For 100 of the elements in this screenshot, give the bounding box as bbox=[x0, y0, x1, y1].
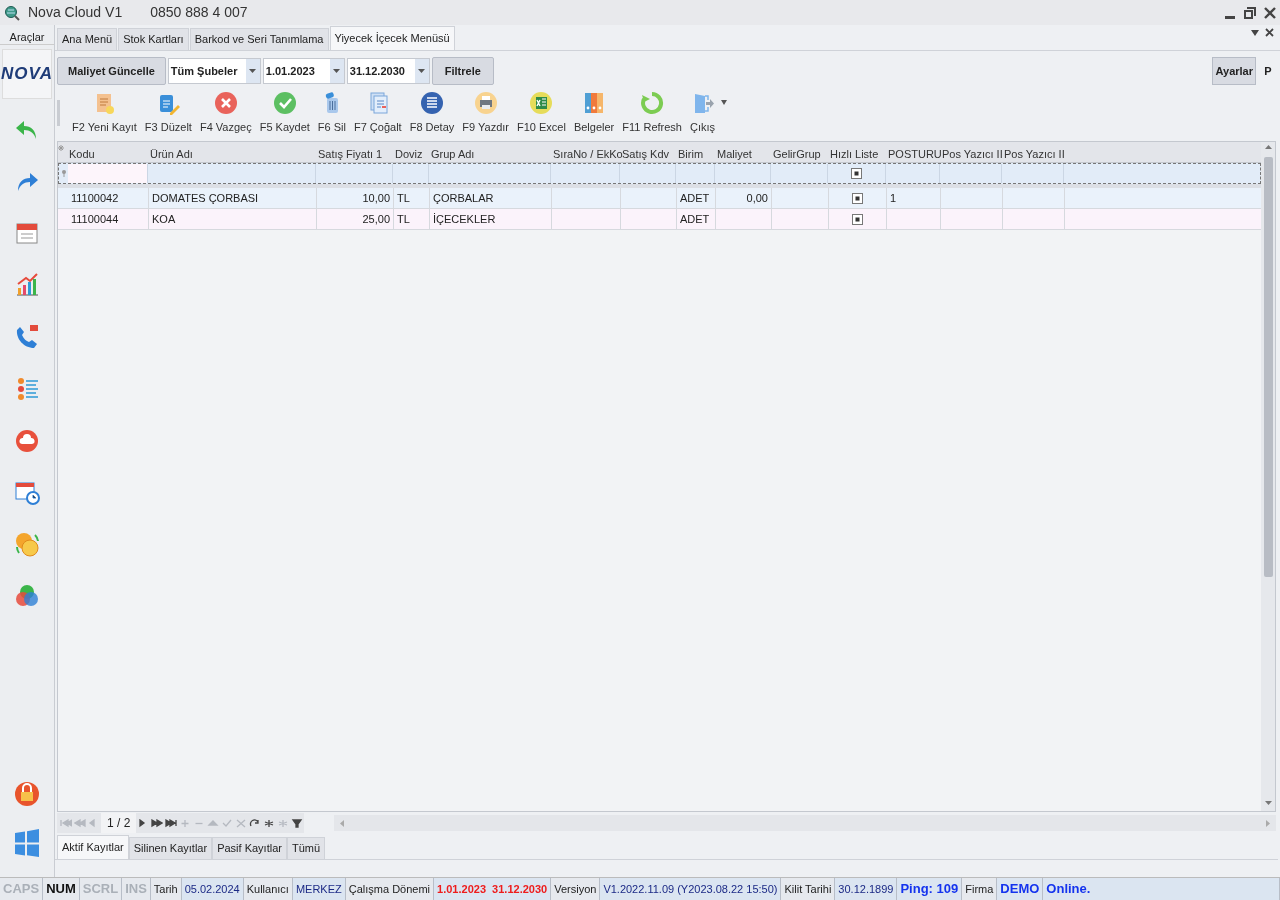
toolbar-button[interactable]: F2 Yeni Kayıt bbox=[68, 90, 141, 136]
logo: NOVA bbox=[1, 63, 53, 86]
end-date-field[interactable]: 31.12.2030 bbox=[346, 58, 430, 84]
tab[interactable]: Aktif Kayıtlar bbox=[57, 835, 129, 859]
checkbox[interactable] bbox=[851, 168, 862, 179]
column-header[interactable]: Pos Yazıcı II bbox=[1003, 142, 1065, 162]
scrollbar[interactable] bbox=[1261, 142, 1275, 811]
column-header[interactable]: SıraNo / EkKo bbox=[552, 142, 621, 162]
tab[interactable]: Stok Kartları bbox=[118, 28, 189, 50]
table-cell: ÇORBALAR bbox=[430, 188, 552, 208]
checkbox[interactable] bbox=[852, 213, 863, 225]
settings-button[interactable]: Ayarlar bbox=[1212, 57, 1256, 85]
toolbar-button[interactable]: F4 Vazgeç bbox=[195, 90, 256, 136]
branch-dropdown[interactable]: Tüm Şubeler bbox=[167, 58, 261, 84]
status-value: 05.02.2024 bbox=[181, 878, 244, 900]
toolbar-button[interactable]: F3 Düzelt bbox=[140, 90, 196, 136]
column-header[interactable]: GelirGrup bbox=[772, 142, 829, 162]
tab[interactable]: Silinen Kayıtlar bbox=[128, 837, 213, 859]
tab[interactable]: Yiyecek İçecek Menüsü bbox=[329, 26, 455, 50]
toolbar-button[interactable]: F10 Excel bbox=[512, 90, 570, 136]
growth-chart-icon[interactable] bbox=[14, 271, 40, 297]
table-cell: 0,00 bbox=[716, 188, 772, 208]
table-cell: TL bbox=[394, 188, 430, 208]
cloud-icon[interactable] bbox=[14, 427, 40, 453]
currency-exchange-icon[interactable] bbox=[14, 531, 40, 557]
new-row-icon bbox=[58, 145, 64, 151]
update-cost-button[interactable]: Maliyet Güncelle bbox=[57, 57, 166, 85]
toolbar-button[interactable]: F5 Kaydet bbox=[255, 90, 314, 136]
status-value: 30.12.1899 bbox=[835, 878, 898, 900]
check-icon[interactable] bbox=[221, 818, 234, 828]
last-icon[interactable] bbox=[165, 818, 178, 828]
close-icon[interactable] bbox=[1265, 28, 1274, 37]
column-header[interactable]: Pos Yazıcı II bbox=[941, 142, 1003, 162]
scroll-right-icon[interactable] bbox=[1266, 819, 1270, 827]
lock-icon[interactable] bbox=[14, 779, 40, 807]
column-header[interactable]: POSTURU bbox=[887, 142, 941, 162]
redo-icon[interactable] bbox=[249, 818, 262, 828]
tab[interactable]: Tümü bbox=[286, 837, 326, 859]
calendar-clock-icon[interactable] bbox=[14, 479, 40, 505]
table-cell: İÇECEKLER bbox=[430, 209, 552, 229]
scroll-thumb[interactable] bbox=[1263, 157, 1273, 577]
toolbar-button[interactable]: F6 Sil bbox=[313, 90, 350, 136]
column-header[interactable]: Doviz bbox=[394, 142, 430, 162]
caret-icon bbox=[418, 69, 426, 73]
filter-pin-icon bbox=[61, 170, 66, 177]
globe-icon bbox=[4, 4, 20, 21]
scroll-down-icon[interactable] bbox=[1264, 801, 1272, 805]
dropdown-icon[interactable] bbox=[1251, 29, 1259, 36]
key-indicator: CAPS bbox=[0, 878, 44, 900]
tab[interactable]: Barkod ve Seri Tanımlama bbox=[189, 28, 329, 50]
toolbar-button[interactable]: F11 Refresh bbox=[618, 90, 686, 136]
table-cell: 25,00 bbox=[317, 209, 394, 229]
toolbar-button[interactable]: F9 Yazdır bbox=[458, 90, 513, 136]
asterisk-icon[interactable] bbox=[263, 818, 276, 828]
logo-tile[interactable]: NOVA bbox=[2, 49, 52, 99]
table-cell: ADET bbox=[677, 188, 716, 208]
status-value: MERKEZ bbox=[292, 878, 346, 900]
column-header[interactable]: Hızlı Liste bbox=[829, 142, 887, 162]
column-header[interactable]: Maliyet bbox=[716, 142, 772, 162]
column-header[interactable]: Grup Adı bbox=[430, 142, 552, 162]
phone-number: 0850 888 4 007 bbox=[150, 3, 248, 22]
column-header[interactable]: Ürün Adı bbox=[149, 142, 317, 162]
first-icon[interactable] bbox=[60, 818, 72, 828]
filter-icon[interactable] bbox=[291, 818, 304, 828]
color-circles-icon[interactable] bbox=[14, 583, 40, 609]
table-cell: 1 bbox=[887, 188, 941, 208]
toolbar-button[interactable]: Çıkış bbox=[685, 90, 720, 136]
key-indicator: NUM bbox=[43, 878, 80, 900]
table-cell: 10,00 bbox=[317, 188, 394, 208]
checkbox[interactable] bbox=[852, 192, 863, 204]
printer-icon bbox=[473, 90, 498, 115]
phone-icon[interactable] bbox=[14, 323, 40, 349]
close-icon[interactable] bbox=[1264, 6, 1276, 19]
toolbar-button[interactable]: F8 Detay bbox=[405, 90, 459, 136]
spreadsheet-icon bbox=[529, 90, 554, 115]
toolbar-button[interactable]: Belgeler bbox=[569, 90, 619, 136]
tab[interactable]: Ana Menü bbox=[57, 28, 118, 50]
key-indicator: SCRL bbox=[79, 878, 123, 900]
column-header[interactable]: Birim bbox=[677, 142, 716, 162]
toolbar-button[interactable]: F7 Çoğalt bbox=[349, 90, 406, 136]
status-label: Kilit Tarihi bbox=[781, 878, 836, 900]
column-header[interactable]: Satış Kdv bbox=[621, 142, 677, 162]
list-detail-icon bbox=[419, 90, 444, 115]
start-date-field[interactable]: 1.01.2023 bbox=[262, 58, 345, 84]
previous-page-icon[interactable] bbox=[74, 818, 86, 828]
column-header[interactable]: Kodu bbox=[68, 142, 149, 162]
filter-button[interactable]: Filtrele bbox=[431, 57, 494, 85]
restore-icon[interactable] bbox=[1244, 6, 1256, 19]
next-page-icon[interactable] bbox=[151, 818, 164, 828]
up-icon[interactable] bbox=[207, 818, 220, 828]
cancel-icon bbox=[213, 90, 238, 115]
scroll-left-icon[interactable] bbox=[340, 819, 345, 827]
filter-row[interactable] bbox=[58, 163, 1261, 184]
filter-input[interactable] bbox=[68, 164, 148, 183]
overflow-icon[interactable] bbox=[721, 99, 728, 105]
windows-icon[interactable] bbox=[14, 829, 40, 857]
column-header[interactable]: Satış Fiyatı 1 bbox=[317, 142, 394, 162]
horizontal-scrollbar[interactable] bbox=[334, 815, 1276, 831]
tab[interactable]: Pasif Kayıtlar bbox=[212, 837, 287, 859]
scroll-up-icon[interactable] bbox=[1264, 145, 1272, 149]
